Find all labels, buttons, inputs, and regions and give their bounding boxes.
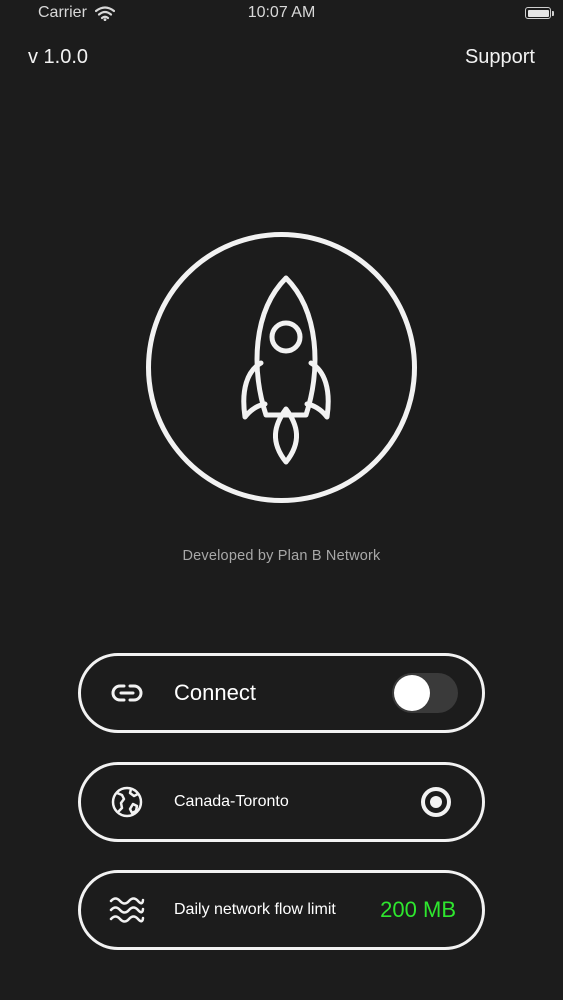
flow-limit-label: Daily network flow limit	[174, 901, 336, 918]
status-bar: Carrier 10:07 AM	[0, 0, 563, 30]
status-time: 10:07 AM	[247, 4, 316, 21]
rocket-icon	[241, 275, 331, 465]
location-row[interactable]: Canada-Toronto	[78, 762, 485, 842]
battery-cap	[552, 11, 554, 16]
toggle-knob	[394, 675, 430, 711]
battery-icon	[525, 7, 554, 19]
globe-icon	[109, 784, 145, 820]
radio-selected-icon[interactable]	[420, 786, 452, 818]
link-icon	[109, 675, 145, 711]
battery-level	[527, 9, 549, 17]
launch-button[interactable]	[146, 232, 417, 503]
flow-limit-value: 200 MB	[380, 897, 456, 922]
flow-limit-row: Daily network flow limit 200 MB	[78, 870, 485, 950]
connect-row[interactable]: Connect	[78, 653, 485, 733]
developer-credit: Developed by Plan B Network	[182, 548, 381, 564]
waves-icon	[109, 892, 145, 928]
location-label: Canada-Toronto	[174, 793, 289, 810]
top-nav: v 1.0.0 Support	[0, 46, 563, 70]
version-label: v 1.0.0	[28, 46, 89, 68]
connect-toggle[interactable]	[392, 673, 458, 713]
support-button[interactable]: Support	[465, 46, 535, 69]
connect-label: Connect	[174, 680, 256, 705]
